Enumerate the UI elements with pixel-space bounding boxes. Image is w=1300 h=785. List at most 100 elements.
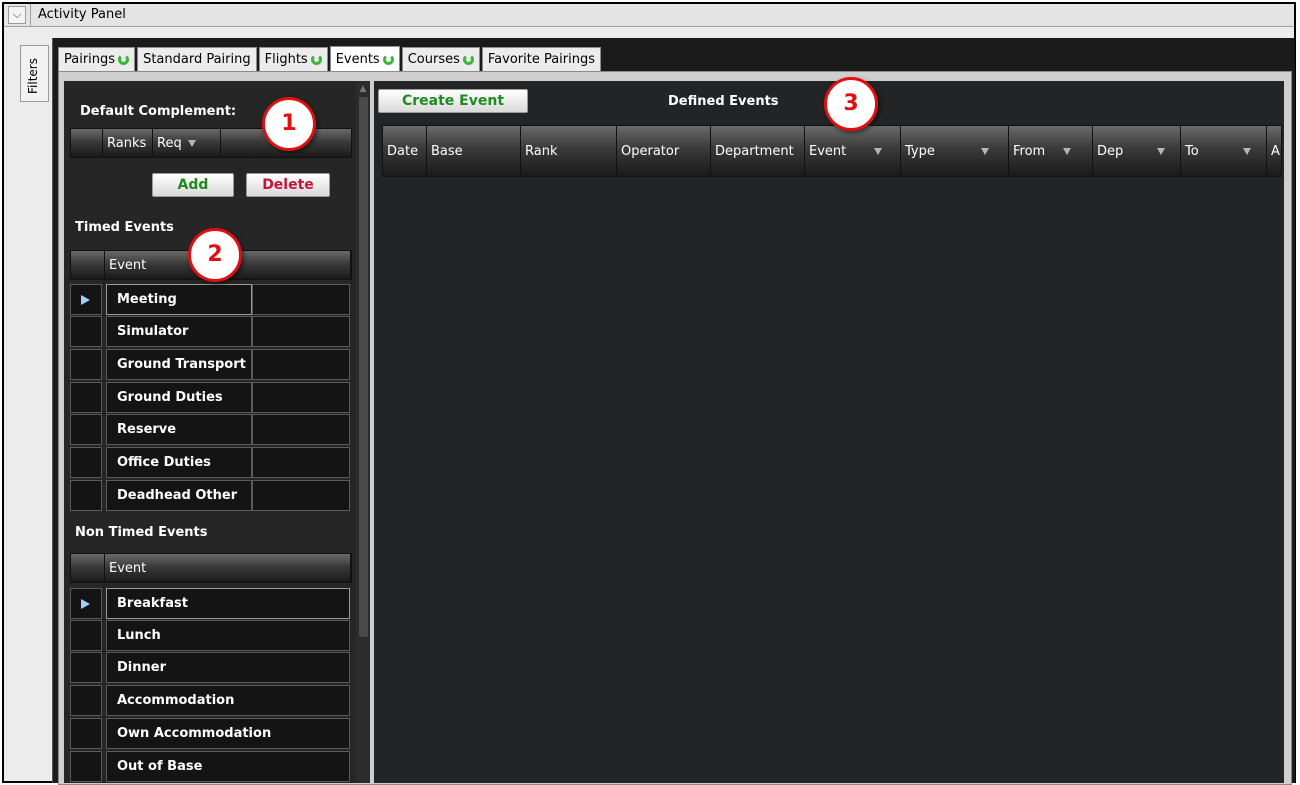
filter-icon[interactable] xyxy=(1063,147,1072,155)
list-item[interactable]: Dinner xyxy=(70,652,350,684)
collapse-icon[interactable]: ⌵ xyxy=(8,6,26,24)
tab-strip: Pairings Standard Pairing Flights Events… xyxy=(58,46,603,72)
tab-label: Events xyxy=(335,52,380,67)
create-event-button[interactable]: Create Event xyxy=(378,89,528,113)
list-item[interactable]: Accommodation xyxy=(70,685,350,717)
empty-cell xyxy=(252,447,350,478)
tab-favorite-pairings[interactable]: Favorite Pairings xyxy=(481,47,602,71)
row-selector-header xyxy=(71,251,105,279)
list-item[interactable]: Simulator xyxy=(70,316,350,348)
tab-label: Courses xyxy=(407,52,460,67)
row-selector[interactable] xyxy=(70,588,102,619)
list-item[interactable]: Deadhead Other xyxy=(70,480,350,512)
column-header-label: Event xyxy=(109,257,147,273)
tab-courses[interactable]: Courses xyxy=(401,47,480,71)
scrollbar-thumb[interactable] xyxy=(359,97,368,637)
event-name: Ground Duties xyxy=(106,382,252,413)
window-title: Activity Panel xyxy=(38,7,126,22)
column-header-department[interactable]: Department xyxy=(711,126,805,176)
callout-1: 1 xyxy=(262,97,316,151)
event-name: Own Accommodation xyxy=(106,718,350,749)
event-name: Accommodation xyxy=(106,685,350,716)
column-header-label: Date xyxy=(387,143,419,159)
filter-icon[interactable] xyxy=(1242,147,1251,155)
row-selector[interactable] xyxy=(70,414,102,445)
refresh-icon[interactable] xyxy=(118,54,130,65)
row-selector[interactable] xyxy=(70,284,102,315)
column-header-rank[interactable]: Rank xyxy=(521,126,617,176)
event-name: Meeting xyxy=(106,284,252,315)
defined-events-panel xyxy=(374,81,1284,783)
empty-cell xyxy=(252,382,350,413)
column-header-date[interactable]: Date xyxy=(383,126,427,176)
tab-label: Favorite Pairings xyxy=(487,52,596,67)
row-selector[interactable] xyxy=(70,751,102,782)
timed-events-label: Timed Events xyxy=(75,220,174,235)
list-item[interactable]: Breakfast xyxy=(70,588,350,620)
refresh-icon[interactable] xyxy=(462,54,474,65)
row-selector[interactable] xyxy=(70,316,102,347)
tab-label: Flights xyxy=(264,52,308,67)
row-selector[interactable] xyxy=(70,480,102,511)
list-item[interactable]: Ground Transport xyxy=(70,349,350,381)
list-item[interactable]: Own Accommodation xyxy=(70,718,350,750)
column-header-label: A xyxy=(1271,143,1280,159)
event-name: Reserve xyxy=(106,414,252,445)
defined-events-title: Defined Events xyxy=(668,94,779,109)
row-selector[interactable] xyxy=(70,382,102,413)
scroll-up-icon[interactable]: ▲ xyxy=(358,82,368,96)
empty-cell xyxy=(252,414,350,445)
column-header-a[interactable]: A xyxy=(1267,126,1283,176)
column-header-label: Dep xyxy=(1097,143,1124,159)
non-timed-events-grid-header: Event xyxy=(70,553,352,583)
refresh-icon[interactable] xyxy=(310,54,322,65)
row-selector[interactable] xyxy=(70,685,102,716)
tab-flights[interactable]: Flights xyxy=(258,47,328,71)
column-header-from[interactable]: From xyxy=(1009,126,1093,176)
delete-button[interactable]: Delete xyxy=(246,173,330,197)
filter-icon[interactable] xyxy=(874,147,883,155)
tab-events[interactable]: Events xyxy=(329,46,400,72)
tab-pairings[interactable]: Pairings xyxy=(58,47,136,71)
column-header-event[interactable]: Event xyxy=(805,126,901,176)
column-header-label: To xyxy=(1185,143,1199,159)
column-header-label: Event xyxy=(109,560,147,576)
column-header-type[interactable]: Type xyxy=(901,126,1009,176)
list-item[interactable]: Lunch xyxy=(70,620,350,652)
list-item[interactable]: Out of Base xyxy=(70,751,350,783)
refresh-icon[interactable] xyxy=(382,54,394,65)
column-header-label: From xyxy=(1013,143,1046,159)
column-header-label: Operator xyxy=(621,143,680,159)
row-selector[interactable] xyxy=(70,447,102,478)
column-header-ranks[interactable]: Ranks xyxy=(103,129,153,157)
tab-standard-pairing[interactable]: Standard Pairing xyxy=(137,47,257,71)
column-header-label: Department xyxy=(715,143,794,159)
column-header-req[interactable]: Req xyxy=(153,129,221,157)
current-row-arrow-icon xyxy=(81,295,90,305)
row-selector[interactable] xyxy=(70,652,102,683)
list-item[interactable]: Meeting xyxy=(70,284,350,316)
current-row-arrow-icon xyxy=(81,599,90,609)
row-selector[interactable] xyxy=(70,620,102,651)
list-item[interactable]: Ground Duties xyxy=(70,382,350,414)
add-button[interactable]: Add xyxy=(152,173,234,197)
column-header-event[interactable]: Event xyxy=(105,554,351,582)
event-name: Out of Base xyxy=(106,751,350,782)
list-item[interactable]: Office Duties xyxy=(70,447,350,479)
column-header-operator[interactable]: Operator xyxy=(617,126,711,176)
filters-side-tab[interactable]: Filters xyxy=(20,45,49,102)
event-name: Dinner xyxy=(106,652,350,683)
row-selector[interactable] xyxy=(70,718,102,749)
defined-events-grid-header: Date Base Rank Operator Department Event… xyxy=(382,125,1282,177)
filter-icon[interactable] xyxy=(980,147,989,155)
column-header-dep[interactable]: Dep xyxy=(1093,126,1181,176)
column-header-base[interactable]: Base xyxy=(427,126,521,176)
filter-icon[interactable] xyxy=(1157,147,1166,155)
filter-icon[interactable] xyxy=(187,139,196,147)
row-selector[interactable] xyxy=(70,349,102,380)
column-header-to[interactable]: To xyxy=(1181,126,1267,176)
row-selector-header xyxy=(71,129,103,157)
empty-cell xyxy=(252,316,350,347)
column-header-label: Ranks xyxy=(107,135,147,151)
list-item[interactable]: Reserve xyxy=(70,414,350,446)
